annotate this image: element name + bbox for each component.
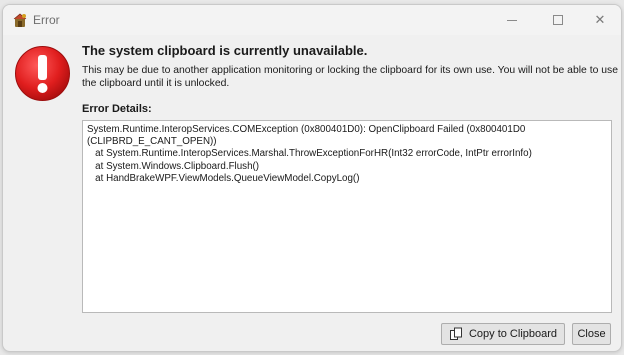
error-details-label: Error Details: (82, 103, 152, 115)
close-button[interactable]: Close (572, 323, 611, 345)
maximize-icon (553, 15, 563, 25)
close-icon: ✕ (594, 12, 606, 27)
minimize-button[interactable] (489, 5, 535, 35)
error-heading: The system clipboard is currently unavai… (82, 43, 368, 58)
maximize-button[interactable] (535, 5, 581, 35)
copy-to-clipboard-button[interactable]: Copy to Clipboard (441, 323, 565, 345)
close-window-button[interactable]: ✕ (577, 5, 621, 35)
handbrake-app-icon (13, 13, 27, 27)
copy-button-label: Copy to Clipboard (468, 328, 558, 340)
window-title: Error (33, 13, 60, 27)
copy-icon (449, 327, 462, 340)
minimize-icon (507, 19, 517, 21)
error-details-textbox[interactable]: System.Runtime.InteropServices.COMExcept… (82, 120, 612, 313)
error-icon (15, 46, 70, 101)
close-button-label: Close (577, 328, 606, 340)
error-dialog-window: Error ✕ The system clipboard is currentl… (2, 4, 622, 352)
title-bar[interactable]: Error ✕ (3, 5, 621, 35)
error-description: This may be due to another application m… (82, 65, 619, 89)
